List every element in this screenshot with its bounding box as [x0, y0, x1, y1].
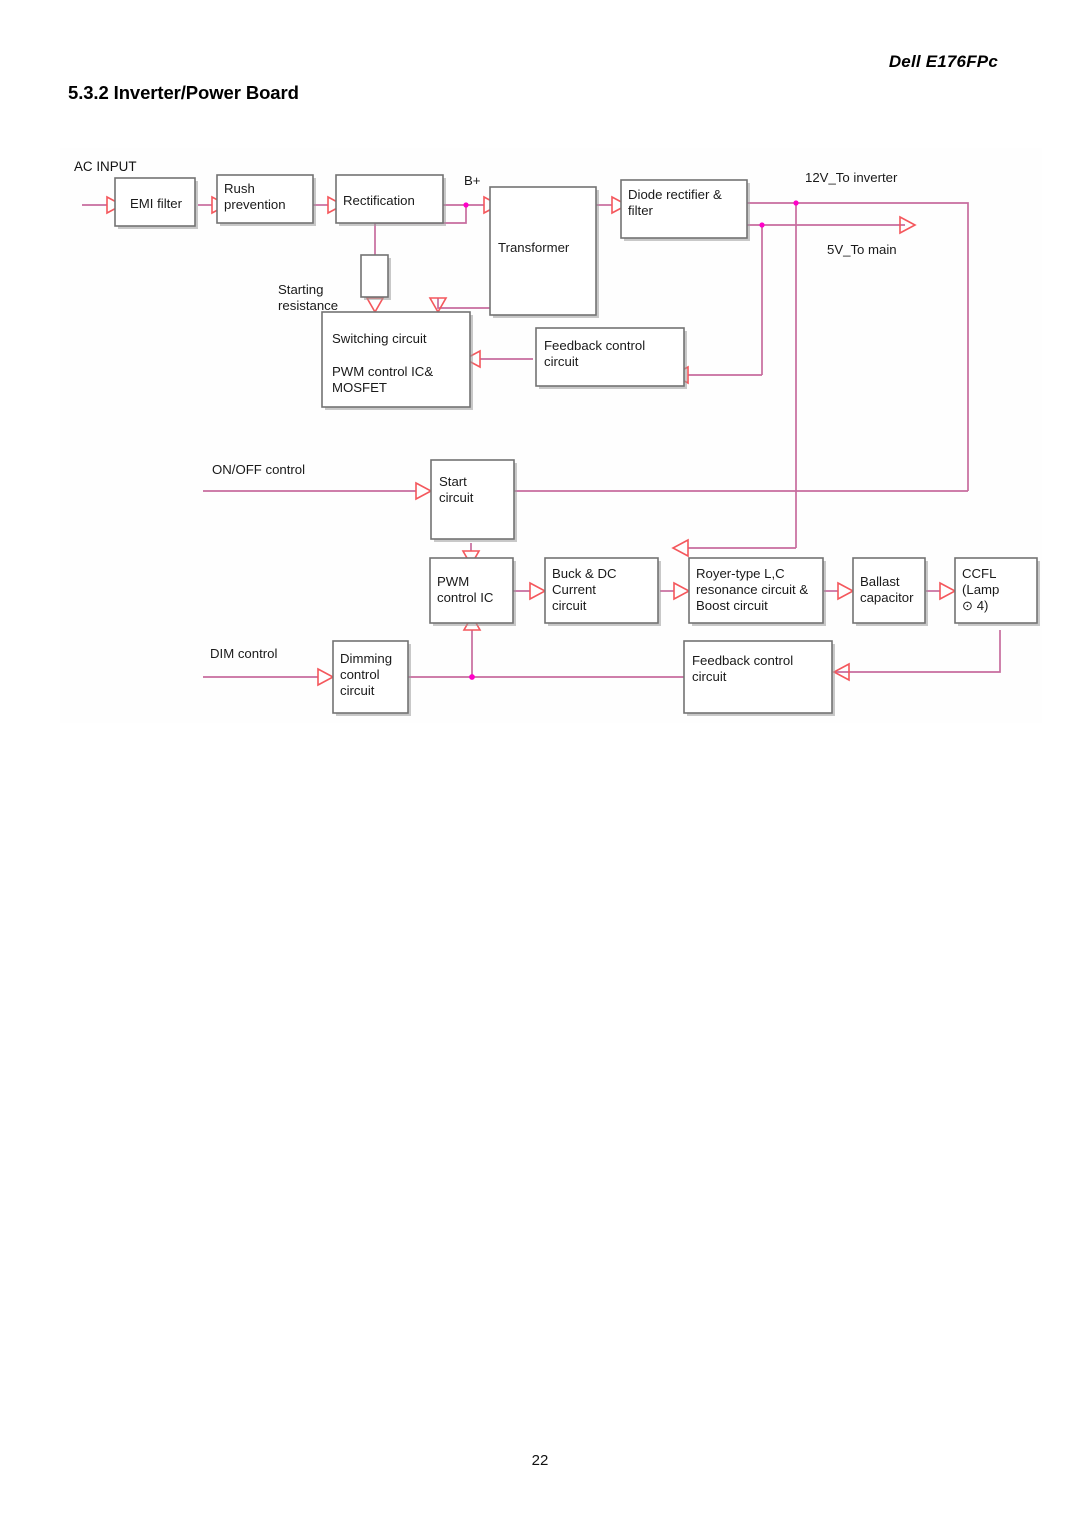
label-starting-resistance-1: Starting: [278, 282, 323, 297]
block-ballast-capacitor-label-1: Ballast: [860, 574, 900, 589]
block-switching-circuit-label-2: PWM control IC&: [332, 364, 433, 379]
label-b-plus: B+: [464, 173, 481, 188]
label-starting-resistance-2: resistance: [278, 298, 338, 313]
label-ac-input: AC INPUT: [74, 159, 137, 174]
label-5v-to-main: 5V_To main: [827, 242, 897, 257]
inverter-power-board-diagram: EMI filter Rush prevention Rectification…: [60, 148, 1042, 723]
arrowhead-into-feedback-top-12v: [671, 538, 689, 558]
block-switching-circuit-label-1: Switching circuit: [332, 331, 427, 346]
block-dimming-control-label-2: control: [340, 667, 380, 682]
block-dimming-control-label-3: circuit: [340, 683, 375, 698]
block-emi-filter-label: EMI filter: [130, 196, 183, 211]
arrowhead-into-ccfl: [939, 581, 957, 601]
block-buck-dc-current-label-2: Current: [552, 582, 596, 597]
arrowhead-into-buck-dc: [529, 581, 547, 601]
block-starting-resistor[interactable]: [360, 254, 389, 298]
page-number: 22: [531, 1452, 549, 1469]
block-ccfl-lamp-label-1: CCFL: [962, 566, 996, 581]
label-dim-control: DIM control: [210, 646, 277, 661]
arrowhead-into-dimming-control: [317, 667, 335, 687]
block-ccfl-lamp-label-3: ⊙ 4): [962, 598, 988, 613]
block-feedback-bottom-label-1: Feedback control: [692, 653, 793, 668]
arrowhead-into-start-circuit-left: [415, 481, 433, 501]
block-diode-rectifier-label-2: filter: [628, 203, 654, 218]
block-feedback-top-label-2: circuit: [544, 354, 579, 369]
block-royer-resonance-label-3: Boost circuit: [696, 598, 768, 613]
label-12v-to-inverter: 12V_To inverter: [805, 170, 898, 185]
block-royer-resonance-label-1: Royer-type L,C: [696, 566, 785, 581]
block-rush-prevention-label-2: prevention: [224, 197, 286, 212]
block-start-circuit-label-1: Start: [439, 474, 467, 489]
document-header-model: Dell E176FPc: [888, 52, 998, 71]
diagram-blocks: EMI filter Rush prevention Rectification…: [114, 174, 1040, 716]
block-royer-resonance-label-2: resonance circuit &: [696, 582, 808, 597]
block-buck-dc-current-label-3: circuit: [552, 598, 587, 613]
arrowhead-into-royer: [673, 581, 691, 601]
block-dimming-control-label-1: Dimming: [340, 651, 392, 666]
block-rush-prevention-label-1: Rush: [224, 181, 255, 196]
block-ccfl-lamp-label-2: (Lamp: [962, 582, 999, 597]
block-ballast-capacitor-label-2: capacitor: [860, 590, 914, 605]
block-feedback-bottom-label-2: circuit: [692, 669, 727, 684]
document-page: Dell E176FPc 5.3.2 Inverter/Power Board: [0, 0, 1080, 1527]
block-buck-dc-current-label-1: Buck & DC: [552, 566, 617, 581]
block-feedback-top-label-1: Feedback control: [544, 338, 645, 353]
block-transformer-label: Transformer: [498, 240, 570, 255]
label-onoff-control: ON/OFF control: [212, 462, 305, 477]
block-rectification-label: Rectification: [343, 193, 415, 208]
block-diode-rectifier-label-1: Diode rectifier &: [628, 187, 722, 202]
arrowhead-into-ballast: [837, 581, 855, 601]
block-pwm-control-ic-label-2: control IC: [437, 590, 494, 605]
block-start-circuit-label-2: circuit: [439, 490, 474, 505]
section-title: 5.3.2 Inverter/Power Board: [68, 82, 299, 103]
block-switching-circuit-label-3: MOSFET: [332, 380, 387, 395]
block-pwm-control-ic-label-1: PWM: [437, 574, 469, 589]
arrowhead-starting-resistance-down: [365, 297, 385, 314]
